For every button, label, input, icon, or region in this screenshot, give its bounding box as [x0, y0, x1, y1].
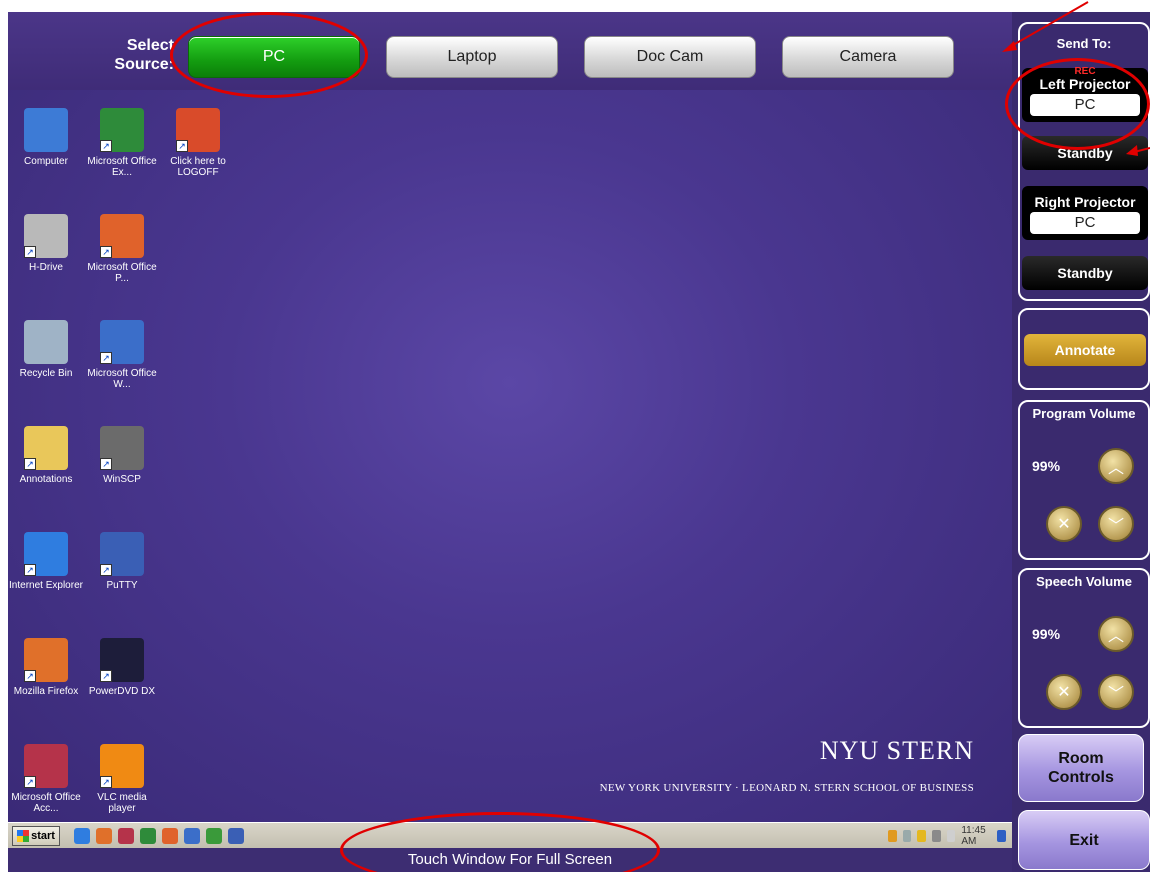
arrow-to-standby	[1126, 145, 1150, 156]
annotation-arrows	[1002, 1, 1150, 156]
arrow-to-send-to	[1002, 1, 1089, 52]
